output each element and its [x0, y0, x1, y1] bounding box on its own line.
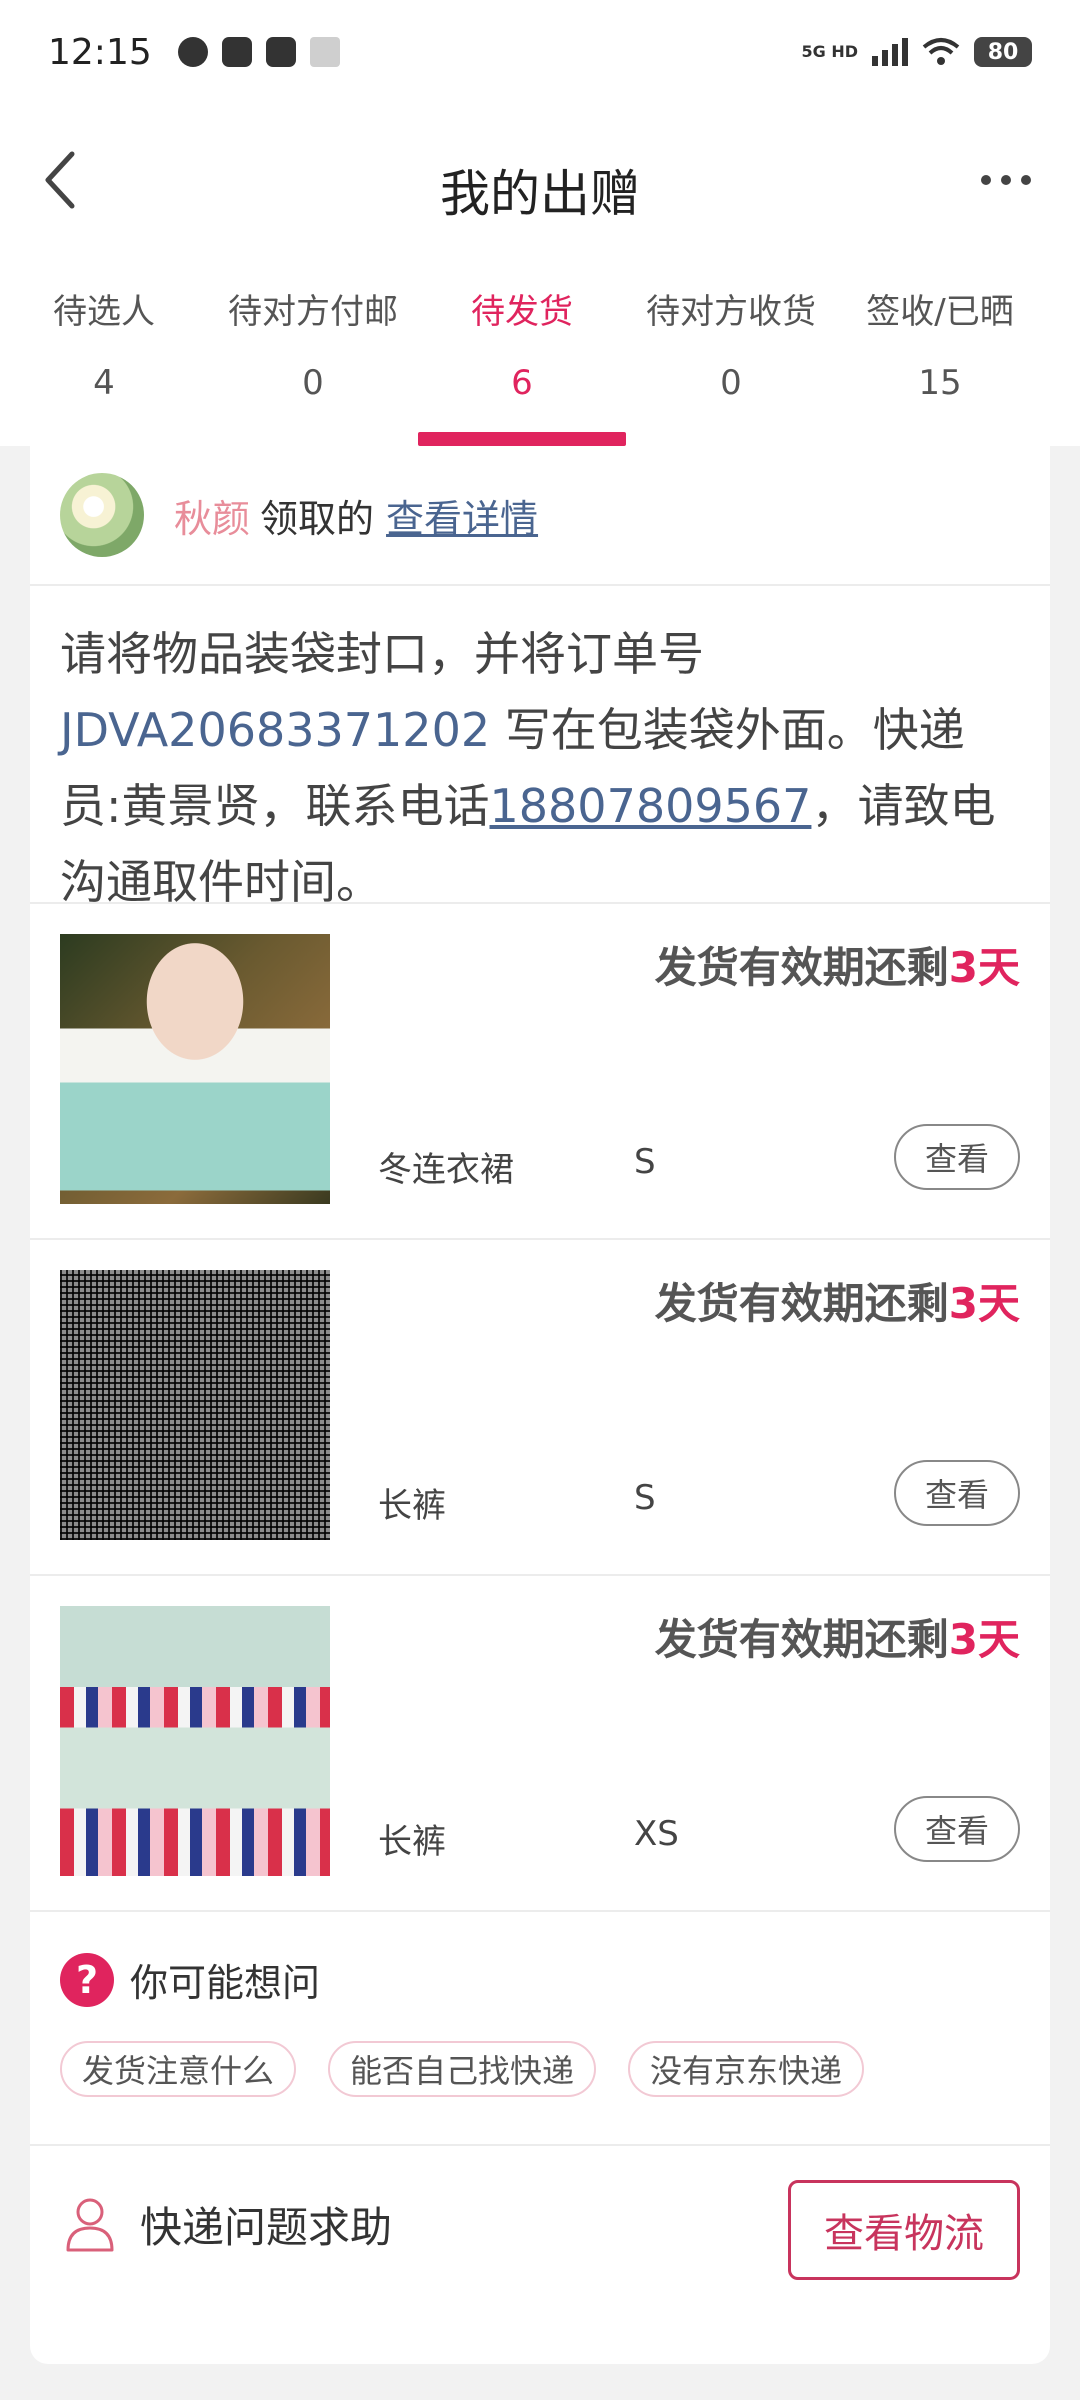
- tab-label: 签收/已晒: [866, 292, 1014, 332]
- network-label: 5G HD: [801, 42, 858, 61]
- item-image[interactable]: [60, 934, 330, 1204]
- item-size: S: [634, 1478, 656, 1518]
- faq-chip[interactable]: 发货注意什么: [60, 2041, 297, 2097]
- status-right: 5G HD 80: [801, 37, 1032, 67]
- item-name: 冬连衣裙: [378, 1150, 514, 1190]
- deadline-label: 发货有效期还剩: [654, 1615, 949, 1664]
- message-icon: [221, 37, 252, 67]
- item-image[interactable]: [60, 1270, 330, 1540]
- avatar[interactable]: [60, 473, 144, 557]
- item-size: XS: [634, 1814, 679, 1854]
- faq-chip[interactable]: 没有京东快递: [628, 2041, 865, 2097]
- view-button[interactable]: 查看: [894, 1124, 1020, 1190]
- speedometer-icon: [177, 37, 208, 67]
- signal-icon: [872, 38, 908, 66]
- list-item[interactable]: 发货有效期还剩3天 长裤 XS 查看: [30, 1576, 1050, 1912]
- tab-received[interactable]: 签收/已晒 15: [836, 254, 1044, 446]
- page-title: 我的出赠: [440, 165, 640, 223]
- notification-icons: [177, 37, 340, 67]
- order-card: 秋颜 领取的 查看详情 请将物品装袋封口，并将订单号 JDVA206833712…: [30, 446, 1050, 2364]
- faq-chips: 发货注意什么 能否自己找快递 没有京东快递: [60, 2041, 1020, 2097]
- tab-label: 待发货: [471, 292, 573, 332]
- view-logistics-button[interactable]: 查看物流: [788, 2180, 1020, 2280]
- ship-deadline: 发货有效期还剩3天: [655, 1270, 1020, 1331]
- view-button[interactable]: 查看: [894, 1796, 1020, 1862]
- tab-count: 0: [302, 363, 324, 403]
- list-item[interactable]: 发货有效期还剩3天 长裤 S 查看: [30, 1240, 1050, 1576]
- tab-count: 6: [511, 363, 533, 403]
- list-item[interactable]: 发货有效期还剩3天 冬连衣裙 S 查看: [30, 904, 1050, 1240]
- app-icon: [265, 37, 296, 67]
- view-details-link[interactable]: 查看详情: [386, 488, 538, 543]
- question-icon: ?: [60, 1952, 114, 2007]
- tab-pending-receipt[interactable]: 待对方收货 0: [626, 254, 836, 446]
- order-number: JDVA20683371202: [60, 703, 491, 757]
- deadline-days: 3天: [948, 1615, 1020, 1664]
- header: 我的出赠: [0, 104, 1080, 254]
- faq-title: 你可能想问: [130, 1961, 321, 2005]
- receiver-row: 秋颜 领取的 查看详情: [30, 446, 1050, 586]
- courier-phone-link[interactable]: 18807809567: [490, 779, 812, 833]
- tab-pending-select[interactable]: 待选人 4: [0, 254, 208, 446]
- tab-label: 待对方付邮: [228, 292, 398, 332]
- deadline-label: 发货有效期还剩: [654, 1279, 949, 1328]
- item-size: S: [634, 1142, 656, 1182]
- tab-count: 15: [918, 363, 962, 403]
- status-tabs: 待选人 4 待对方付邮 0 待发货 6 待对方收货 0 签收/已晒 15: [0, 254, 1080, 446]
- receiver-name[interactable]: 秋颜: [174, 488, 250, 543]
- courier-help-row[interactable]: 快递问题求助 查看物流: [30, 2146, 1050, 2302]
- ship-deadline: 发货有效期还剩3天: [655, 1606, 1020, 1667]
- instruction-text: 请将物品装袋封口，并将订单号: [60, 627, 704, 681]
- ship-deadline: 发货有效期还剩3天: [655, 934, 1020, 995]
- courier-help-label[interactable]: 快递问题求助: [140, 2194, 392, 2255]
- wifi-icon: [922, 38, 960, 65]
- deadline-label: 发货有效期还剩: [654, 943, 949, 992]
- item-name: 长裤: [378, 1486, 446, 1526]
- person-icon: [66, 2198, 114, 2252]
- deadline-days: 3天: [948, 943, 1020, 992]
- battery-icon: 80: [974, 37, 1032, 67]
- tab-count: 0: [720, 363, 742, 403]
- item-image[interactable]: [60, 1606, 330, 1876]
- status-bar: 12:15 5G HD 80: [0, 0, 1080, 104]
- view-button[interactable]: 查看: [894, 1460, 1020, 1526]
- tab-pending-ship[interactable]: 待发货 6: [418, 254, 626, 446]
- shipping-instruction: 请将物品装袋封口，并将订单号 JDVA20683371202 写在包装袋外面。快…: [30, 586, 1050, 909]
- status-time: 12:15: [48, 31, 152, 73]
- faq-chip[interactable]: 能否自己找快递: [328, 2041, 597, 2097]
- more-options-button[interactable]: [956, 150, 1056, 210]
- receiver-text: 领取的: [260, 496, 375, 541]
- deadline-days: 3天: [948, 1279, 1020, 1328]
- active-tab-indicator: [418, 432, 626, 446]
- tab-label: 待选人: [53, 292, 155, 332]
- tab-label: 待对方收货: [646, 292, 816, 332]
- faq-header: ? 你可能想问: [60, 1952, 1020, 2007]
- faq-section: ? 你可能想问 发货注意什么 能否自己找快递 没有京东快递: [30, 1912, 1050, 2146]
- item-name: 长裤: [378, 1822, 446, 1862]
- tab-pending-postage[interactable]: 待对方付邮 0: [208, 254, 418, 446]
- tab-count: 4: [93, 363, 115, 403]
- sticker-icon: [309, 37, 340, 67]
